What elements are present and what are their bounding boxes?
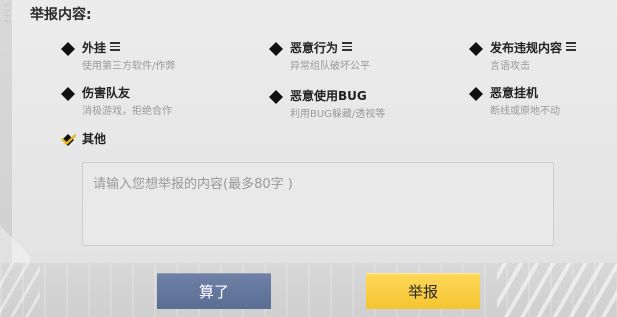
- report-button-label: 举报: [407, 282, 438, 301]
- report-content-input[interactable]: [83, 163, 553, 245]
- diamond-icon: [60, 41, 76, 57]
- report-content-box: [82, 162, 554, 246]
- reason-option-other[interactable]: 其他: [60, 130, 180, 150]
- reason-option-harm-teammates[interactable]: 伤害队友 消极游戏，拒绝合作: [60, 84, 240, 118]
- diamond-icon: [468, 41, 484, 57]
- reason-title: 恶意挂机: [490, 86, 539, 100]
- menu-lines-icon: [342, 42, 353, 51]
- reason-option-malicious-behavior[interactable]: 恶意行为 异常组队破坏公平: [268, 39, 448, 73]
- footer-stripe-decoration: [0, 263, 40, 317]
- reason-title: 其他: [82, 132, 107, 146]
- diamond-icon: [60, 86, 76, 102]
- left-corner-decoration: [0, 190, 30, 270]
- reason-option-cheat[interactable]: 外挂 使用第三方软件/作弊: [60, 39, 240, 73]
- reason-title: 外挂: [82, 39, 121, 56]
- side-watermark: SSFF: [2, 2, 11, 26]
- cancel-button-label: 算了: [198, 282, 229, 301]
- reason-option-bug-abuse[interactable]: 恶意使用BUG 利用BUG躲藏/透视等: [268, 87, 448, 121]
- section-title: 举报内容:: [30, 7, 92, 23]
- footer-stripe-decoration: [497, 263, 617, 317]
- report-dialog: SSFF 举报内容: 外挂 使用第三方软件/作弊 恶意行为 异常组队破坏公平 发…: [0, 0, 617, 317]
- diamond-icon: [268, 89, 284, 105]
- reason-description: 消极游戏，拒绝合作: [82, 106, 172, 117]
- reason-description: 使用第三方软件/作弊: [82, 61, 176, 72]
- reason-description: 言语攻击: [490, 61, 530, 72]
- reason-title: 发布违规内容: [490, 39, 577, 56]
- checkmark-diamond-icon: [60, 132, 76, 148]
- reason-description: 断线或原地不动: [490, 106, 560, 117]
- reason-option-afk[interactable]: 恶意挂机 断线或原地不动: [468, 84, 613, 118]
- footer-bar: [0, 263, 617, 317]
- menu-lines-icon: [566, 42, 577, 51]
- reason-description: 异常组队破坏公平: [290, 61, 370, 72]
- reason-title: 恶意行为: [290, 39, 353, 56]
- cancel-button[interactable]: 算了: [157, 273, 271, 309]
- diamond-icon: [268, 41, 284, 57]
- reason-option-illegal-content[interactable]: 发布违规内容 言语攻击: [468, 39, 613, 73]
- reason-title: 伤害队友: [82, 86, 131, 100]
- report-submit-button[interactable]: 举报: [366, 273, 480, 309]
- menu-lines-icon: [110, 42, 121, 51]
- reason-description: 利用BUG躲藏/透视等: [290, 109, 386, 120]
- diamond-icon: [468, 86, 484, 102]
- reason-title: 恶意使用BUG: [290, 89, 367, 103]
